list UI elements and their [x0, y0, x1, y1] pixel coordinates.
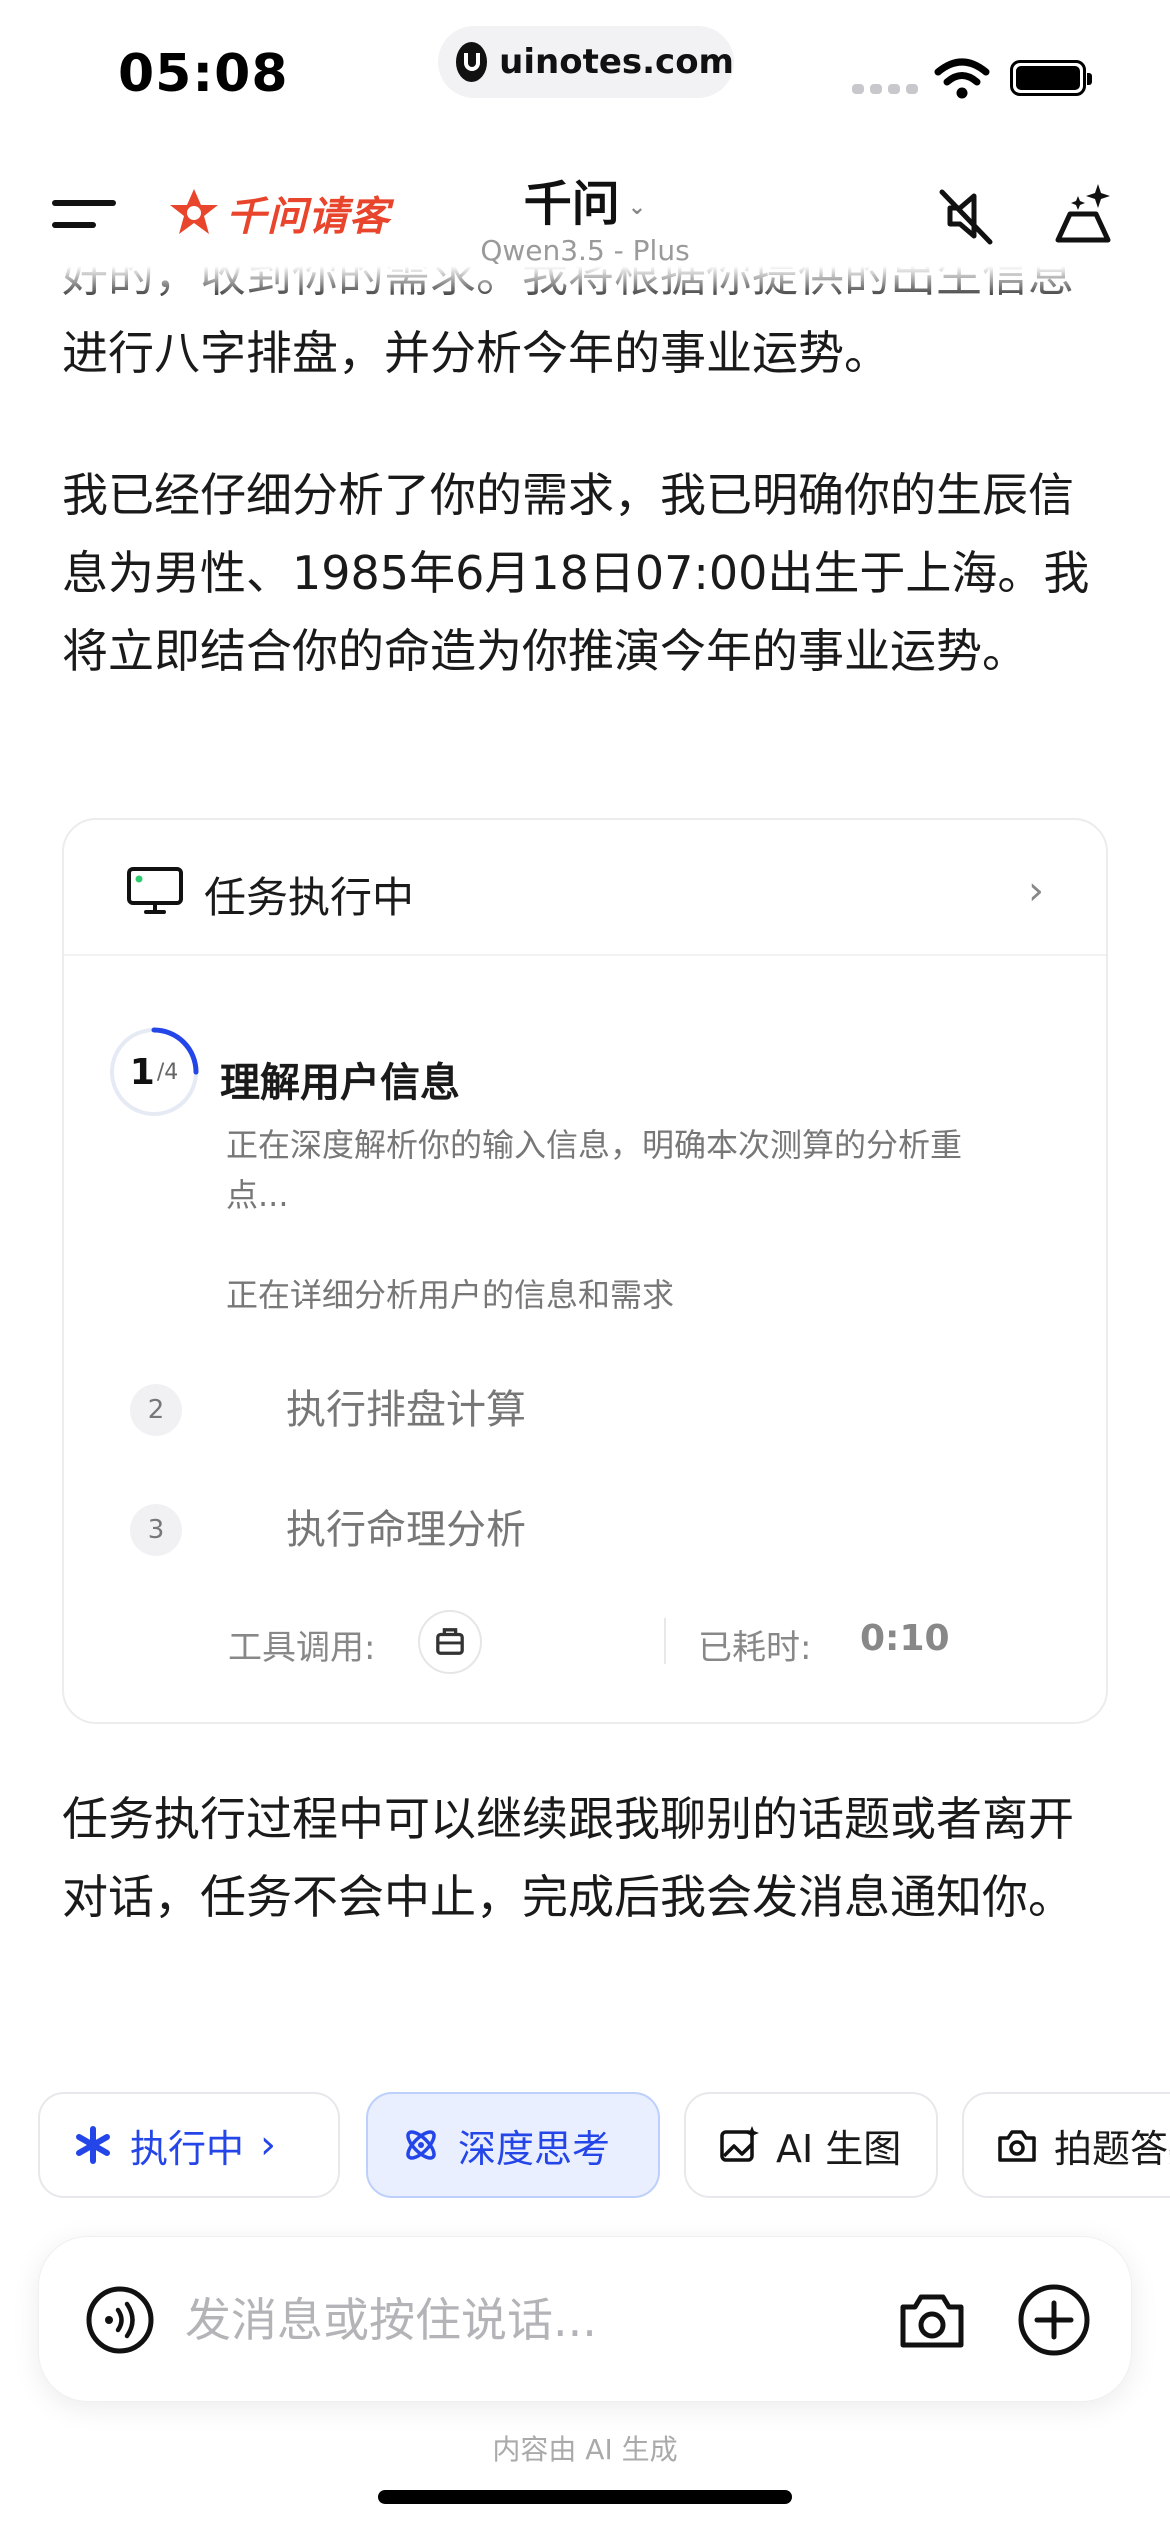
atom-icon: [406, 2130, 436, 2160]
cellular-signal-icon: [852, 84, 918, 94]
chat-screen: 05:08 uinotes.com 千问请客 千问 ⌄ Qwen3.5 - Pl…: [0, 0, 1170, 2532]
chevron-down-icon: ⌄: [627, 194, 647, 220]
active-step-note: 正在详细分析用户的信息和需求: [226, 1276, 675, 1314]
status-bar: 05:08 uinotes.com: [0, 0, 1170, 140]
task-card-footer: 工具调用: 已耗时: 0:10: [64, 1594, 1106, 1690]
deep-thinking-chip[interactable]: 深度思考: [366, 2092, 660, 2198]
url-pill[interactable]: uinotes.com: [438, 26, 734, 98]
message-input[interactable]: [185, 2285, 885, 2355]
progress-label: 1/4: [108, 1026, 200, 1118]
step-number: 3: [130, 1504, 182, 1556]
elapsed-value: 0:10: [860, 1618, 950, 1659]
status-time: 05:08: [118, 44, 289, 104]
asterisk-icon: [76, 2126, 110, 2164]
step-label: 执行排盘计算: [286, 1387, 526, 1433]
step-item: 2 执行排盘计算: [130, 1380, 830, 1440]
toolbox-icon[interactable]: [418, 1610, 482, 1674]
wifi-icon: [934, 58, 990, 99]
voice-input-icon[interactable]: [85, 2285, 155, 2355]
task-card[interactable]: 任务执行中 › 1/4 理解用户信息 正在深度解析你的输入信息，明确本次测算的分…: [62, 818, 1108, 1724]
step-label: 执行命理分析: [286, 1507, 526, 1553]
tools-label: 工具调用:: [228, 1628, 376, 1668]
site-logo-icon: [456, 42, 488, 82]
running-task-chip[interactable]: 执行中 ›: [38, 2092, 340, 2198]
composer: [38, 2236, 1132, 2402]
task-card-title: 任务执行中: [204, 873, 415, 922]
assistant-message-analysis: 我已经仔细分析了你的需求，我已明确你的生辰信息为男性、1985年6月18日07:…: [62, 468, 1090, 678]
photo-question-chip[interactable]: 拍题答疑: [962, 2092, 1170, 2198]
nav-bar: 千问请客 千问 ⌄ Qwen3.5 - Plus: [0, 150, 1170, 280]
progress-ring: 1/4: [108, 1026, 200, 1118]
chip-label: AI 生图: [776, 2126, 902, 2171]
chip-label: 拍题答疑: [1054, 2126, 1170, 2171]
chip-label: 执行中: [130, 2126, 245, 2171]
chevron-right-icon: ›: [260, 2122, 277, 2168]
chevron-right-icon: ›: [1028, 868, 1044, 914]
assistant-message-followup: 任务执行过程中可以继续跟我聊别的话题或者离开对话，任务不会中止，完成后我会发消息…: [62, 1792, 1074, 1924]
ai-image-chip[interactable]: AI 生图: [684, 2092, 938, 2198]
chip-label: 深度思考: [458, 2126, 611, 2171]
elapsed-label: 已耗时:: [698, 1628, 812, 1668]
battery-icon: [1010, 60, 1092, 96]
quick-action-chips: 执行中 › 深度思考 AI 生图 拍题答: [0, 2092, 1170, 2202]
active-step-title: 理解用户信息: [220, 1060, 460, 1106]
task-card-header[interactable]: 任务执行中 ›: [64, 820, 1106, 956]
active-step-description: 正在深度解析你的输入信息，明确本次测算的分析重点...: [226, 1126, 963, 1214]
footer-divider: [664, 1618, 666, 1664]
new-chat-spark-icon[interactable]: [1048, 180, 1118, 250]
progress-current: 1: [129, 1051, 155, 1093]
image-spark-icon: [720, 2126, 759, 2162]
progress-total: /4: [156, 1059, 179, 1085]
step-item: 3 执行命理分析: [130, 1500, 830, 1560]
step-number: 2: [130, 1384, 182, 1436]
ai-disclaimer: 内容由 AI 生成: [492, 2433, 678, 2466]
camera-question-icon: [998, 2130, 1036, 2162]
camera-icon[interactable]: [897, 2285, 967, 2355]
plus-icon[interactable]: [1017, 2283, 1091, 2357]
speaker-mute-icon[interactable]: [934, 184, 998, 248]
home-indicator[interactable]: [378, 2490, 792, 2504]
url-text: uinotes.com: [499, 42, 734, 82]
app-title: 千问: [523, 176, 620, 232]
scroll-fade: [0, 266, 1170, 302]
monitor-icon: [127, 867, 183, 914]
